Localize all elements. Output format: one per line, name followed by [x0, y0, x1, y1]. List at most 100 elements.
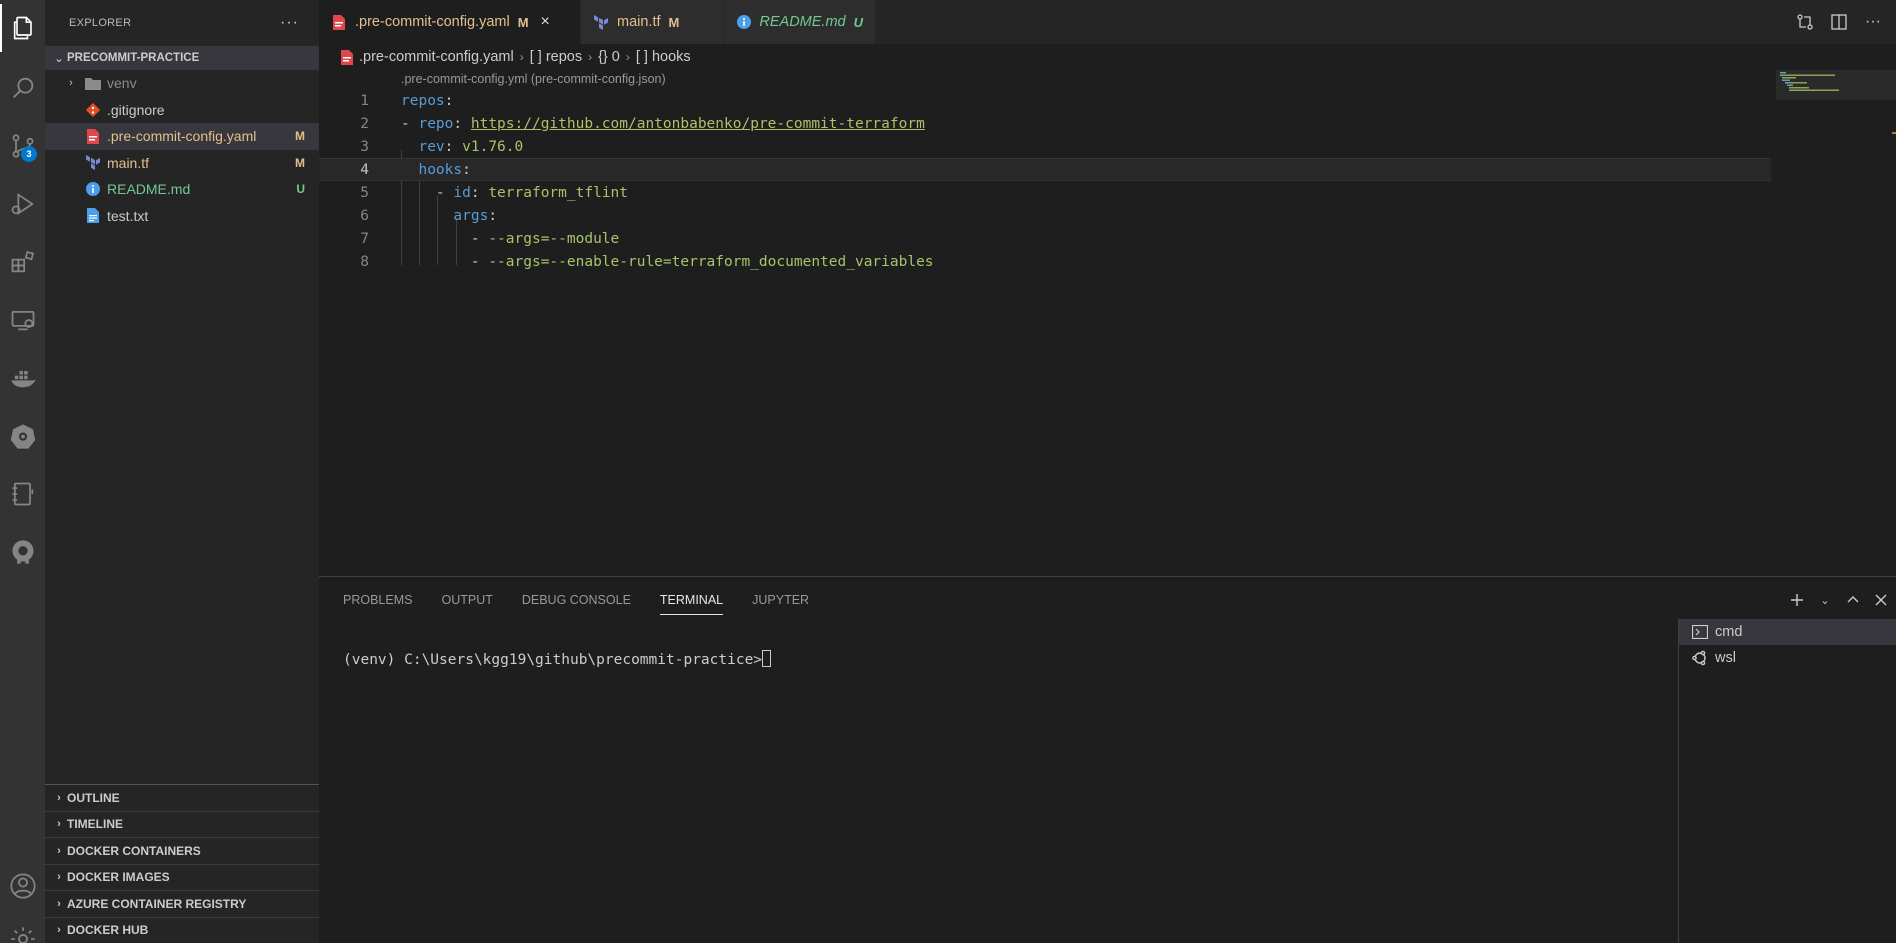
tab-status: M: [668, 14, 680, 30]
tab-status: M: [517, 14, 529, 30]
yaml-value: v1.76.0: [462, 138, 524, 155]
tab-status: U: [853, 14, 863, 30]
git-status-badge: M: [295, 129, 305, 144]
tab-main-tf[interactable]: main.tf M: [581, 0, 724, 44]
section-outline[interactable]: › OUTLINE: [45, 784, 319, 811]
code-line: 8 - --args=--enable-rule=terraform_docum…: [319, 250, 1771, 273]
repo-url-link[interactable]: https://github.com/antonbabenko/pre-comm…: [471, 116, 925, 132]
tab-debug-console[interactable]: DEBUG CONSOLE: [522, 577, 631, 623]
breadcrumb-file[interactable]: .pre-commit-config.yaml: [359, 49, 514, 65]
terminal-icon: [1691, 624, 1709, 640]
yaml-value: --args=--module: [488, 230, 620, 247]
file-name: .gitignore: [107, 101, 165, 118]
tab-label: main.tf: [617, 14, 661, 30]
source-control-badge: 3: [21, 146, 37, 162]
more-actions-icon[interactable]: ···: [280, 14, 299, 32]
more-actions-icon[interactable]: ···: [1862, 11, 1884, 33]
line-number: 1: [360, 92, 369, 109]
split-editor-icon[interactable]: [1828, 11, 1850, 33]
breadcrumb: .pre-commit-config.yaml › [ ] repos › {}…: [319, 44, 1779, 70]
chevron-down-icon[interactable]: ⌄: [1816, 591, 1834, 609]
account-icon[interactable]: [0, 862, 45, 910]
yaml-key: args: [453, 207, 489, 224]
chevron-right-icon: ›: [57, 897, 61, 910]
tab-label: README.md: [759, 14, 846, 30]
remote-explorer-icon[interactable]: [0, 296, 45, 344]
tab-jupyter[interactable]: JUPYTER: [752, 577, 809, 623]
source-control-icon[interactable]: 3: [0, 122, 45, 170]
close-panel-icon[interactable]: [1872, 591, 1890, 609]
tree-item-test-txt[interactable]: test.txt: [45, 203, 319, 230]
line-number: 3: [360, 138, 369, 155]
section-docker-hub[interactable]: › DOCKER HUB: [45, 916, 319, 943]
terminal-item-cmd[interactable]: cmd: [1679, 619, 1896, 645]
bottom-panel: PROBLEMS OUTPUT DEBUG CONSOLE TERMINAL J…: [319, 576, 1896, 943]
section-docker-images[interactable]: › DOCKER IMAGES: [45, 863, 319, 891]
minimap[interactable]: [1776, 70, 1896, 576]
tree-item-readme[interactable]: README.md U: [45, 176, 319, 203]
explorer-icon[interactable]: [0, 4, 45, 52]
chevron-down-icon: ⌄: [54, 52, 64, 65]
new-terminal-icon[interactable]: [1788, 591, 1806, 609]
section-label: AZURE CONTAINER REGISTRY: [67, 896, 247, 911]
code-line: 1 repos:: [319, 89, 1771, 112]
file-name: README.md: [107, 181, 191, 198]
terraform-file-icon: [593, 14, 609, 30]
tree-item-pre-commit-config[interactable]: .pre-commit-config.yaml M: [45, 123, 319, 150]
gitkraken-icon[interactable]: [0, 528, 45, 576]
tree-item-main-tf[interactable]: main.tf M: [45, 150, 319, 177]
file-name: .pre-commit-config.yaml: [107, 128, 257, 145]
maximize-panel-icon[interactable]: [1844, 591, 1862, 609]
chevron-right-icon: ›: [69, 77, 73, 90]
tab-problems[interactable]: PROBLEMS: [343, 577, 412, 623]
tab-pre-commit-config[interactable]: .pre-commit-config.yaml M ×: [319, 0, 581, 44]
kubernetes-icon[interactable]: [0, 412, 45, 460]
editor-actions: ···: [1794, 0, 1896, 44]
ubuntu-icon: [1691, 650, 1709, 666]
file-name: test.txt: [107, 207, 149, 224]
folder-icon: [85, 75, 101, 91]
project-folder-header[interactable]: ⌄ PRECOMMIT-PRACTICE: [45, 46, 319, 70]
tree-item-venv[interactable]: › venv: [45, 70, 319, 97]
line-number: 8: [360, 253, 369, 270]
section-label: TIMELINE: [67, 817, 123, 832]
project-name: PRECOMMIT-PRACTICE: [67, 52, 200, 64]
file-name: venv: [107, 75, 137, 92]
section-timeline[interactable]: › TIMELINE: [45, 810, 319, 838]
git-file-icon: [85, 102, 101, 118]
code-editor[interactable]: .pre-commit-config.yml (pre-commit-confi…: [319, 70, 1896, 576]
code-line: 7 - --args=--module: [319, 227, 1771, 250]
terminal-item-wsl[interactable]: wsl: [1679, 645, 1896, 671]
run-debug-icon[interactable]: [0, 180, 45, 228]
close-icon[interactable]: ×: [541, 13, 550, 31]
docker-icon[interactable]: [0, 354, 45, 402]
section-azure-container-registry[interactable]: › AZURE CONTAINER REGISTRY: [45, 890, 319, 917]
settings-gear-icon[interactable]: [0, 915, 45, 943]
info-icon: [85, 181, 101, 197]
section-docker-containers[interactable]: › DOCKER CONTAINERS: [45, 837, 319, 864]
panel-actions: ⌄: [1788, 577, 1896, 623]
tab-readme[interactable]: README.md U: [724, 0, 876, 44]
terminal-cursor: [762, 650, 772, 667]
git-status-badge: M: [295, 155, 305, 170]
yaml-file-icon: [85, 128, 101, 144]
chevron-right-icon: ›: [57, 924, 61, 937]
terminal-list: cmd wsl: [1678, 619, 1896, 943]
breadcrumb-hooks[interactable]: [ ] hooks: [636, 49, 691, 65]
tab-terminal[interactable]: TERMINAL: [659, 577, 724, 623]
breadcrumb-index[interactable]: {} 0: [598, 49, 620, 65]
tab-output[interactable]: OUTPUT: [441, 577, 492, 623]
tree-item-gitignore[interactable]: .gitignore: [45, 97, 319, 124]
yaml-key: id: [453, 184, 471, 201]
open-changes-icon[interactable]: [1794, 11, 1816, 33]
chevron-right-icon: ›: [588, 50, 593, 64]
notebook-icon[interactable]: [0, 470, 45, 518]
extensions-icon[interactable]: [0, 238, 45, 286]
schema-codelens[interactable]: .pre-commit-config.yml (pre-commit-confi…: [401, 72, 666, 86]
breadcrumb-repos[interactable]: [ ] repos: [530, 49, 582, 65]
yaml-key: rev: [418, 138, 445, 155]
terminal-output[interactable]: (venv) C:\Users\kgg19\github\precommit-p…: [343, 650, 772, 668]
search-icon[interactable]: [0, 64, 45, 112]
yaml-value: terraform_tflint: [488, 184, 629, 201]
terraform-file-icon: [85, 155, 101, 171]
